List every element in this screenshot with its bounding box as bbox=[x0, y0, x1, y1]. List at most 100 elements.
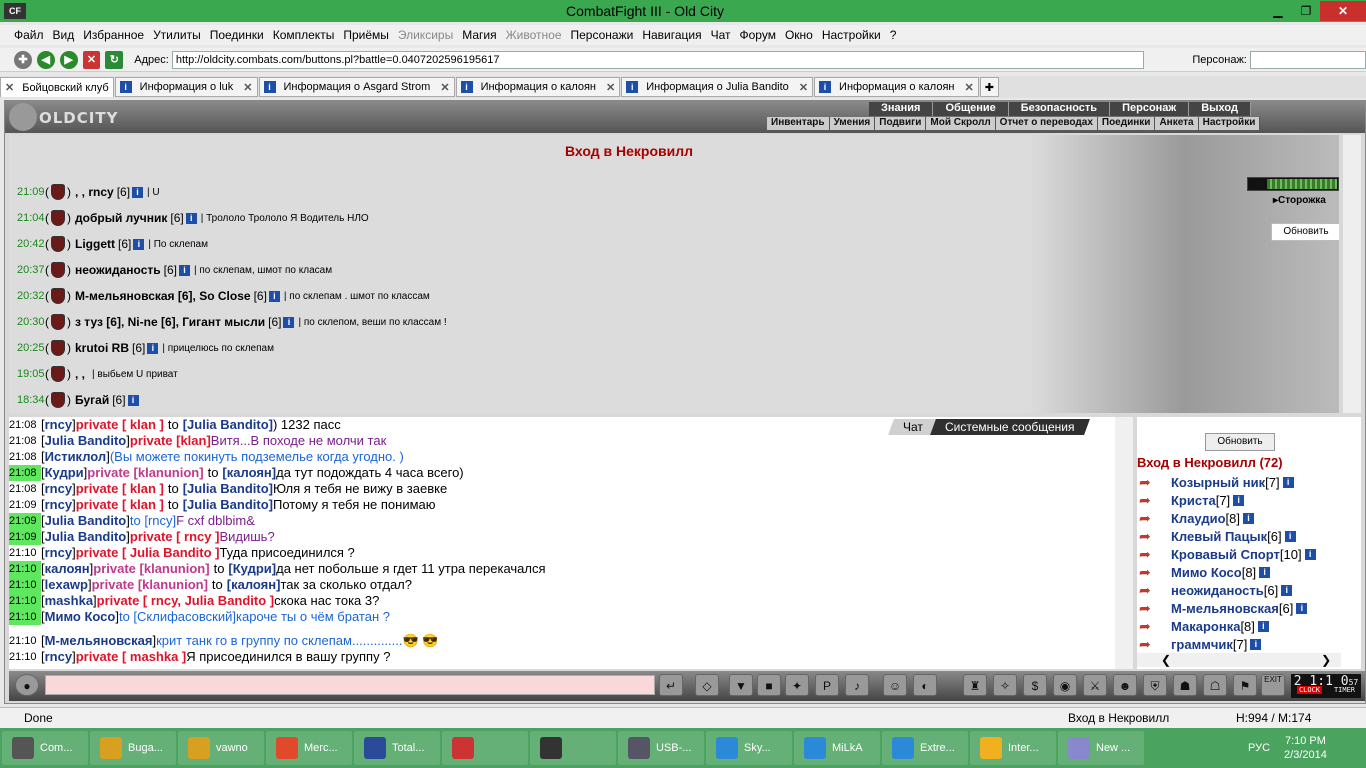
info-icon[interactable]: i bbox=[1250, 638, 1262, 650]
nav-1[interactable]: Общение bbox=[933, 102, 1009, 116]
entry-names[interactable]: з туз [6], Ni-ne [6], Гигант мысли bbox=[75, 315, 265, 329]
entry-names[interactable]: , , rncy bbox=[75, 185, 114, 199]
subnav-2[interactable]: Подвиги bbox=[875, 117, 927, 130]
chat-nick[interactable]: Кудри bbox=[45, 465, 84, 481]
entry-names[interactable]: М-мельяновская [6], So Close bbox=[75, 289, 251, 303]
taskbar-item-11[interactable]: Inter... bbox=[970, 731, 1056, 765]
user-name[interactable]: Клевый Пацык bbox=[1171, 529, 1267, 544]
minimize-button[interactable]: ▁ bbox=[1264, 1, 1292, 21]
subnav-6[interactable]: Анкета bbox=[1155, 117, 1199, 130]
gold-icon[interactable]: ◉ bbox=[1053, 674, 1077, 696]
chat-private[interactable]: private [klanunion] bbox=[87, 465, 203, 481]
private-arrow-icon[interactable]: ➦ bbox=[1139, 546, 1171, 563]
nav-4[interactable]: Выход bbox=[1189, 102, 1251, 116]
menu-item[interactable]: Навигация bbox=[642, 28, 701, 42]
shield-icon[interactable]: ⛨ bbox=[1143, 674, 1167, 696]
mask-icon[interactable]: ☻ bbox=[1113, 674, 1137, 696]
menu-item[interactable]: Файл bbox=[14, 28, 44, 42]
taskbar-item-1[interactable]: Buga... bbox=[90, 731, 176, 765]
tab-5[interactable]: i Информация о калоян ✕ bbox=[814, 77, 979, 97]
info-icon[interactable]: i bbox=[1233, 494, 1245, 506]
chat-nick[interactable]: rncy bbox=[45, 481, 72, 497]
private-arrow-icon[interactable]: ➦ bbox=[1139, 528, 1171, 545]
chat-nick[interactable]: Julia Bandito bbox=[45, 513, 127, 529]
user-name[interactable]: Кровавый Спорт bbox=[1171, 547, 1280, 562]
info-icon[interactable]: i bbox=[133, 238, 145, 250]
user-name[interactable]: Макаронка bbox=[1171, 619, 1240, 634]
private-arrow-icon[interactable]: ➦ bbox=[1139, 600, 1171, 617]
menu-item[interactable]: Персонажи bbox=[571, 28, 634, 42]
sound-icon[interactable]: ♪ bbox=[845, 674, 869, 696]
info-icon[interactable]: i bbox=[127, 394, 139, 406]
chat-private[interactable]: to [rncy] bbox=[130, 513, 176, 529]
private-arrow-icon[interactable]: ➦ bbox=[1139, 618, 1171, 635]
entry-names[interactable]: Бугай bbox=[75, 393, 109, 407]
subnav-1[interactable]: Умения bbox=[830, 117, 876, 130]
menu-item[interactable]: ? bbox=[890, 28, 897, 42]
chat-target[interactable]: [калоян] bbox=[222, 465, 276, 481]
user-name[interactable]: Козырный ник bbox=[1171, 475, 1265, 490]
restore-button[interactable]: ❐ bbox=[1292, 1, 1320, 21]
info-icon[interactable]: i bbox=[1284, 530, 1296, 542]
close-button[interactable]: ✕ bbox=[1320, 1, 1366, 21]
subnav-3[interactable]: Мой Скролл bbox=[926, 117, 996, 130]
private-arrow-icon[interactable]: ➦ bbox=[1139, 636, 1171, 653]
chat-private[interactable]: private [klanunion] bbox=[92, 577, 208, 593]
user-name[interactable]: Клаудио bbox=[1171, 511, 1226, 526]
chat-target[interactable]: [Julia Bandito] bbox=[183, 481, 273, 497]
refresh-icon[interactable]: ↻ bbox=[105, 50, 124, 69]
subnav-0[interactable]: Инвентарь bbox=[767, 117, 830, 130]
new-tab-icon[interactable]: ✚ bbox=[979, 77, 999, 97]
taskbar-item-7[interactable]: USB-... bbox=[618, 731, 704, 765]
entry-names[interactable]: добрый лучник bbox=[75, 211, 167, 225]
info-icon[interactable]: i bbox=[283, 316, 295, 328]
walk-icon[interactable]: ✦ bbox=[785, 674, 809, 696]
users-refresh-button[interactable]: Обновить bbox=[1205, 433, 1275, 451]
chat-private[interactable]: to [Склифасовский] bbox=[119, 609, 236, 625]
menu-item[interactable]: Утилиты bbox=[153, 28, 201, 42]
subnav-7[interactable]: Настройки bbox=[1199, 117, 1261, 130]
chat-nick[interactable]: Julia Bandito bbox=[45, 529, 127, 545]
info-icon[interactable]: i bbox=[1259, 566, 1271, 578]
chat-target[interactable]: [Julia Bandito] bbox=[183, 417, 273, 433]
private-arrow-icon[interactable]: ➦ bbox=[1139, 474, 1171, 491]
clock-label[interactable]: CLOCK bbox=[1296, 686, 1323, 694]
translit-icon[interactable]: P bbox=[815, 674, 839, 696]
pin-icon[interactable]: ✚ bbox=[14, 50, 32, 69]
nav-0[interactable]: Знания bbox=[869, 102, 934, 116]
chat-private[interactable]: private [ rncy ] bbox=[130, 529, 220, 545]
entry-names[interactable]: неожиданость bbox=[75, 263, 161, 277]
chat-private[interactable]: private [ klan ] bbox=[76, 497, 164, 513]
tab-close-icon[interactable]: ✕ bbox=[440, 81, 449, 94]
tab-2[interactable]: i Информация о Asgard Strom ✕ bbox=[258, 77, 455, 97]
language-indicator[interactable]: РУС bbox=[1248, 742, 1270, 754]
chat-nick[interactable]: Истиклол bbox=[45, 449, 107, 465]
clear-icon[interactable]: ◐ bbox=[913, 674, 937, 696]
subnav-5[interactable]: Поединки bbox=[1098, 117, 1156, 130]
log-icon[interactable]: ■ bbox=[757, 674, 781, 696]
tab-close-icon[interactable]: ✕ bbox=[799, 81, 808, 94]
person-select[interactable] bbox=[1249, 50, 1366, 69]
info-icon[interactable]: i bbox=[1304, 548, 1316, 560]
menu-item[interactable]: Приёмы bbox=[343, 28, 389, 42]
private-arrow-icon[interactable]: ➦ bbox=[1139, 564, 1171, 581]
menu-item[interactable]: Животное bbox=[506, 28, 562, 42]
private-arrow-icon[interactable]: ➦ bbox=[1139, 582, 1171, 599]
taskbar-item-3[interactable]: Merc... bbox=[266, 731, 352, 765]
chat-nick[interactable]: rncy bbox=[45, 417, 72, 433]
chat-nick[interactable]: М-мельяновская bbox=[45, 633, 153, 649]
room-scrollbar[interactable] bbox=[1343, 135, 1361, 413]
sword-icon[interactable]: ⚔ bbox=[1083, 674, 1107, 696]
chat-private[interactable]: private [ mashka ] bbox=[76, 649, 187, 665]
info-icon[interactable]: i bbox=[185, 212, 197, 224]
chat-target[interactable]: [калоян] bbox=[227, 577, 281, 593]
info-icon[interactable]: i bbox=[1282, 476, 1294, 488]
user-name[interactable]: Мимо Косо bbox=[1171, 565, 1242, 580]
menu-item[interactable]: Избранное bbox=[83, 28, 144, 42]
menu-item[interactable]: Комплекты bbox=[273, 28, 335, 42]
info-icon[interactable]: i bbox=[132, 186, 144, 198]
chat-tab-1[interactable]: Системные сообщения bbox=[929, 419, 1090, 435]
stop-icon[interactable]: ✕ bbox=[82, 50, 101, 69]
back-icon[interactable]: ◀ bbox=[36, 50, 55, 69]
chat-target[interactable]: [Julia Bandito] bbox=[183, 497, 273, 513]
